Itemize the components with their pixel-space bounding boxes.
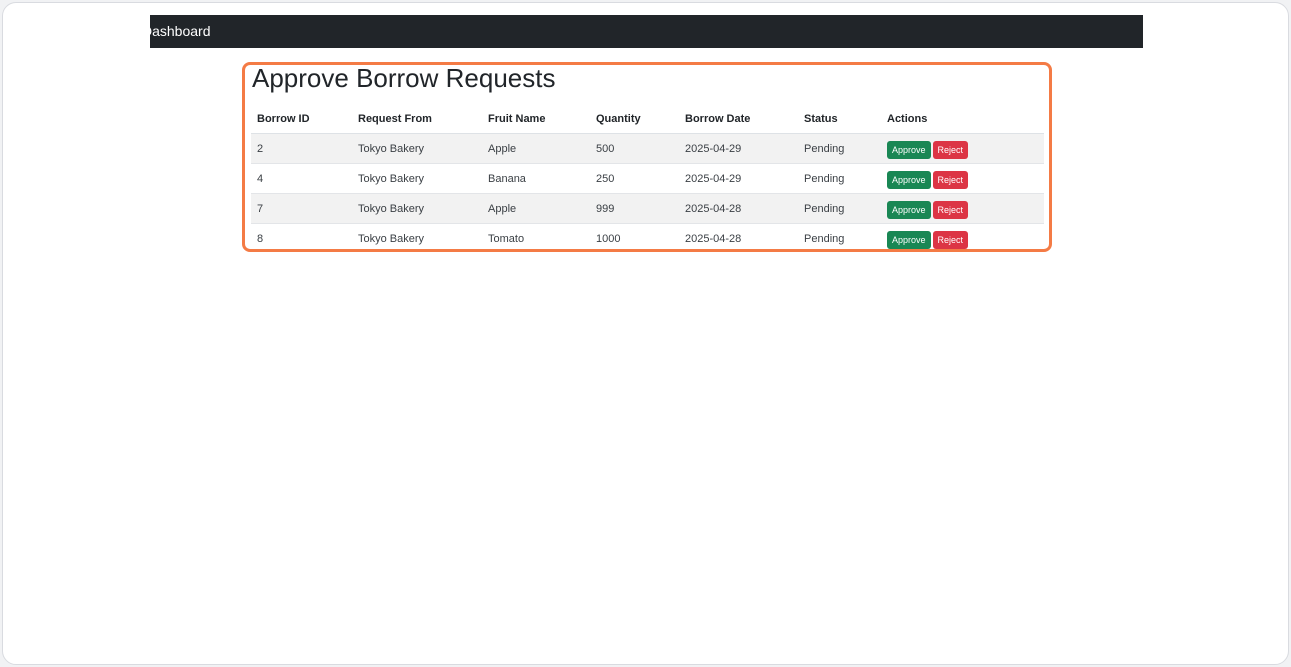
borrow-requests-table: Borrow ID Request From Fruit Name Quanti… bbox=[251, 104, 1044, 253]
approve-button[interactable]: Approve bbox=[887, 201, 931, 219]
table-row: 2 Tokyo Bakery Apple 500 2025-04-29 Pend… bbox=[251, 133, 1044, 164]
cell-borrow-id: 8 bbox=[257, 232, 264, 245]
page-title: Approve Borrow Requests bbox=[252, 63, 556, 93]
top-navbar: Dashboard bbox=[150, 15, 1143, 48]
cell-fruit-name: Banana bbox=[482, 163, 590, 194]
column-header-borrow-id: Borrow ID bbox=[251, 104, 352, 134]
approve-button[interactable]: Approve bbox=[887, 231, 931, 249]
cell-borrow-date: 2025-04-29 bbox=[679, 163, 798, 194]
cell-actions: Approve Reject bbox=[881, 193, 1044, 224]
cell-quantity: 999 bbox=[590, 193, 679, 224]
cell-status: Pending bbox=[798, 133, 881, 164]
cell-fruit-name: Apple bbox=[482, 133, 590, 164]
cell-fruit-name: Tomato bbox=[488, 232, 525, 245]
table-row: 4 Tokyo Bakery Banana 250 2025-04-29 Pen… bbox=[251, 163, 1044, 194]
cell-borrow-id: 2 bbox=[251, 133, 352, 164]
reject-button[interactable]: Reject bbox=[932, 231, 969, 249]
cell-actions: Approve Reject bbox=[881, 133, 1044, 164]
reject-button[interactable]: Reject bbox=[932, 171, 969, 189]
cell-status: Pending bbox=[804, 232, 845, 245]
cell-borrow-id: 4 bbox=[251, 163, 352, 194]
table-row: 8 Tokyo Bakery Tomato 1000 2025-04-28 Pe… bbox=[251, 224, 1044, 254]
cell-actions: Approve Reject bbox=[881, 163, 1044, 194]
column-header-request-from: Request From bbox=[352, 104, 482, 134]
cell-request-from: Tokyo Bakery bbox=[352, 133, 482, 164]
cell-borrow-date: 2025-04-28 bbox=[685, 232, 742, 245]
cell-request-from: Tokyo Bakery bbox=[352, 193, 482, 224]
cell-borrow-id: 7 bbox=[251, 193, 352, 224]
column-header-quantity: Quantity bbox=[590, 104, 679, 134]
approve-button[interactable]: Approve bbox=[887, 141, 931, 159]
column-header-borrow-date: Borrow Date bbox=[679, 104, 798, 134]
screenshot-frame: Dashboard Approve Borrow Requests Borrow… bbox=[2, 2, 1289, 665]
cell-quantity: 250 bbox=[590, 163, 679, 194]
column-header-fruit-name: Fruit Name bbox=[482, 104, 590, 134]
cell-status: Pending bbox=[798, 163, 881, 194]
cell-actions: Approve Reject bbox=[881, 224, 1044, 254]
reject-button[interactable]: Reject bbox=[932, 201, 969, 219]
approve-button[interactable]: Approve bbox=[887, 171, 931, 189]
table-row: 7 Tokyo Bakery Apple 999 2025-04-28 Pend… bbox=[251, 193, 1044, 224]
table-header-row: Borrow ID Request From Fruit Name Quanti… bbox=[251, 104, 1044, 134]
column-header-status: Status bbox=[798, 104, 881, 134]
cell-status: Pending bbox=[798, 193, 881, 224]
cell-borrow-date: 2025-04-29 bbox=[679, 133, 798, 164]
cell-quantity: 500 bbox=[590, 133, 679, 164]
navbar-brand-link[interactable]: Dashboard bbox=[150, 22, 211, 40]
reject-button[interactable]: Reject bbox=[932, 141, 969, 159]
column-header-actions: Actions bbox=[881, 104, 1044, 134]
cell-quantity: 1000 bbox=[596, 232, 621, 245]
cell-borrow-date: 2025-04-28 bbox=[679, 193, 798, 224]
cell-request-from: Tokyo Bakery bbox=[352, 163, 482, 194]
cell-request-from: Tokyo Bakery bbox=[358, 232, 425, 245]
cell-fruit-name: Apple bbox=[482, 193, 590, 224]
